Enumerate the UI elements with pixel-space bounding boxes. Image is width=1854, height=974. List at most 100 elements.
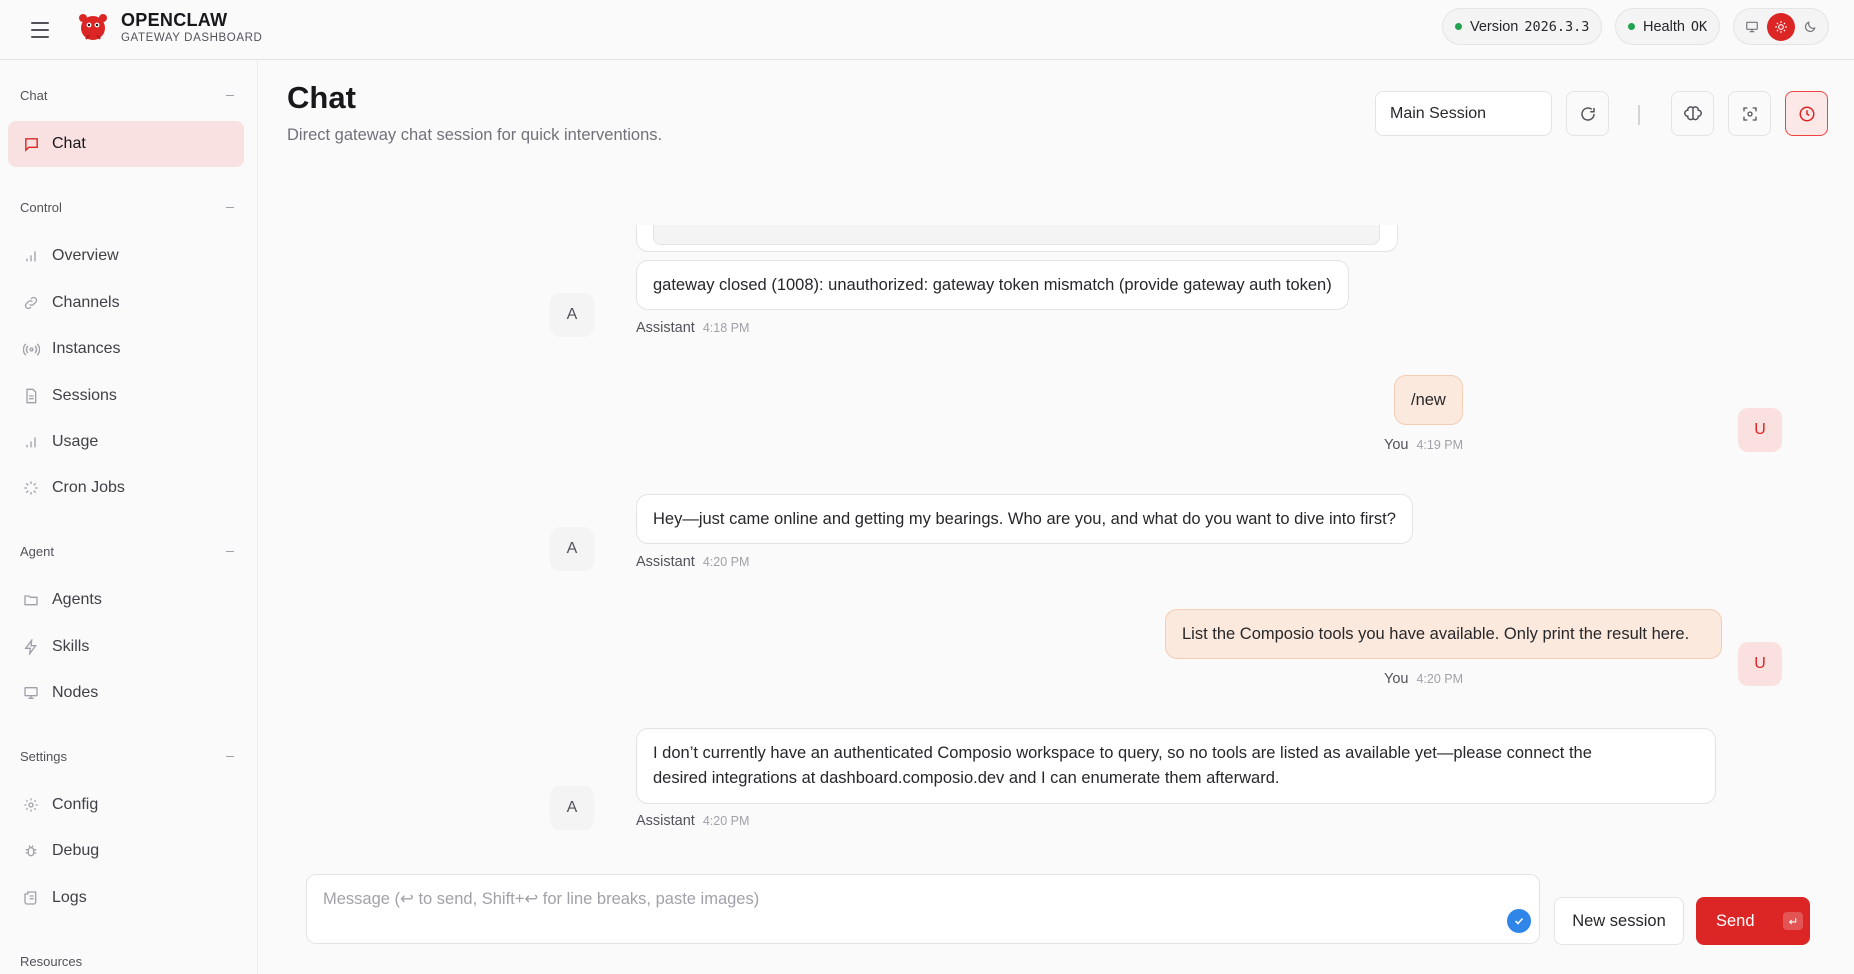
message-sender: Assistant — [636, 320, 695, 336]
sidebar-item-cron-jobs[interactable]: Cron Jobs — [8, 465, 244, 511]
assistant-message-bubble: I don’t currently have an authenticated … — [636, 728, 1716, 804]
version-badge: Version 2026.3.3 — [1442, 8, 1603, 45]
session-select[interactable]: Main Session — [1375, 91, 1552, 136]
radio-icon — [22, 340, 40, 358]
message-text-line: desired integrations at dashboard.compos… — [653, 769, 1280, 787]
focus-icon — [1742, 106, 1757, 121]
sidebar-item-debug[interactable]: Debug — [8, 828, 244, 874]
sidebar-item-label: Chat — [52, 135, 86, 152]
sidebar-section-settings[interactable]: Settings — [20, 749, 234, 764]
folder-icon — [22, 591, 40, 609]
zap-icon — [22, 638, 40, 656]
sidebar-item-config[interactable]: Config — [8, 782, 244, 828]
sidebar-item-label: Cron Jobs — [52, 479, 125, 496]
send-button[interactable]: Send — [1696, 897, 1810, 945]
sidebar-section-control[interactable]: Control — [20, 200, 234, 215]
thinking-toggle-button[interactable] — [1671, 91, 1714, 136]
collapse-icon[interactable] — [226, 206, 234, 209]
file-icon — [22, 387, 40, 405]
menu-icon[interactable] — [28, 18, 52, 42]
message-meta: You 4:20 PM — [1384, 671, 1463, 687]
health-badge: Health OK — [1615, 8, 1721, 45]
sidebar-section-agent[interactable]: Agent — [20, 544, 234, 559]
status-dot-icon — [1455, 23, 1462, 30]
focus-mode-button[interactable] — [1728, 91, 1771, 136]
sidebar-item-chat[interactable]: Chat — [8, 121, 244, 167]
sidebar-item-label: Logs — [52, 889, 87, 906]
sidebar: Chat Chat Control Overview Channels Inst… — [0, 60, 258, 974]
refresh-button[interactable] — [1566, 91, 1609, 136]
sidebar-section-title: Resources — [20, 954, 83, 969]
status-dot-icon — [1628, 23, 1635, 30]
message-input[interactable] — [308, 876, 1538, 942]
sidebar-item-channels[interactable]: Channels — [8, 280, 244, 326]
sidebar-item-nodes[interactable]: Nodes — [8, 670, 244, 716]
assistant-avatar: A — [550, 293, 594, 337]
bug-icon — [22, 842, 40, 860]
message-time: 4:18 PM — [702, 321, 750, 335]
assistant-message-bubble: Hey—just came online and getting my bear… — [636, 494, 1413, 544]
sidebar-item-usage[interactable]: Usage — [8, 419, 244, 465]
sidebar-item-label: Overview — [52, 247, 119, 264]
sidebar-section-title: Chat — [20, 88, 48, 103]
sidebar-item-logs[interactable]: Logs — [8, 875, 244, 921]
refresh-icon — [1580, 106, 1595, 121]
page-title: Chat — [287, 80, 356, 115]
brand-subtitle: GATEWAY DASHBOARD — [121, 32, 263, 44]
toolbar-divider — [1638, 105, 1640, 125]
version-label: Version — [1470, 18, 1519, 35]
sidebar-item-overview[interactable]: Overview — [8, 233, 244, 279]
app-root: OPENCLAW GATEWAY DASHBOARD Version 2026.… — [0, 0, 1854, 974]
message-meta: Assistant 4:20 PM — [636, 813, 749, 829]
user-message-bubble: List the Composio tools you have availab… — [1165, 609, 1722, 659]
sidebar-item-label: Instances — [52, 340, 121, 357]
sidebar-item-sessions[interactable]: Sessions — [8, 373, 244, 419]
message-sender: Assistant — [636, 554, 695, 570]
check-icon — [1507, 909, 1531, 933]
link-icon — [22, 294, 40, 312]
collapse-icon[interactable] — [226, 755, 234, 758]
collapse-icon[interactable] — [226, 550, 234, 553]
health-value: OK — [1690, 18, 1708, 35]
brain-icon — [1683, 105, 1702, 120]
message-time: 4:20 PM — [702, 814, 750, 828]
message-text-line: I don’t currently have an authenticated … — [653, 744, 1592, 762]
clock-icon — [1799, 106, 1814, 121]
gear-icon — [22, 796, 40, 814]
sidebar-section-title: Agent — [20, 544, 54, 559]
loader-icon — [22, 479, 40, 497]
user-message-bubble: /new — [1394, 375, 1463, 425]
sun-icon[interactable] — [1766, 12, 1795, 41]
assistant-avatar: A — [550, 527, 594, 571]
moon-icon[interactable] — [1796, 13, 1824, 41]
monitor-icon[interactable] — [1738, 13, 1766, 41]
logo-icon — [79, 14, 107, 40]
sidebar-item-label: Channels — [52, 294, 120, 311]
top-bar: OPENCLAW GATEWAY DASHBOARD Version 2026.… — [0, 0, 1854, 60]
sidebar-item-label: Skills — [52, 638, 90, 655]
message-time: 4:20 PM — [702, 555, 750, 569]
sidebar-item-label: Agents — [52, 591, 102, 608]
sidebar-section-chat[interactable]: Chat — [20, 88, 234, 103]
brand-title: OPENCLAW — [121, 10, 228, 30]
sidebar-item-instances[interactable]: Instances — [8, 326, 244, 372]
message-meta: Assistant 4:18 PM — [636, 320, 749, 336]
sidebar-item-agents[interactable]: Agents — [8, 577, 244, 623]
collapse-icon[interactable] — [226, 94, 234, 97]
new-session-button[interactable]: New session — [1554, 897, 1684, 945]
assistant-message-bubble: gateway closed (1008): unauthorized: gat… — [636, 260, 1349, 310]
main-content: Chat Direct gateway chat session for qui… — [258, 60, 1854, 974]
message-composer — [306, 874, 1540, 944]
theme-toggle — [1733, 8, 1829, 45]
sidebar-section-resources[interactable]: Resources — [20, 954, 234, 969]
message-sender: You — [1384, 437, 1409, 453]
sidebar-item-label: Debug — [52, 842, 100, 859]
sidebar-item-skills[interactable]: Skills — [8, 624, 244, 670]
health-label: Health — [1643, 18, 1685, 35]
history-button[interactable] — [1785, 91, 1828, 136]
send-button-label: Send — [1716, 911, 1755, 930]
tool-output-block — [653, 225, 1380, 245]
chat-thread: gateway closed (1008): unauthorized: gat… — [258, 225, 1854, 915]
message-meta: You 4:19 PM — [1384, 437, 1463, 453]
message-time: 4:19 PM — [1416, 438, 1464, 452]
